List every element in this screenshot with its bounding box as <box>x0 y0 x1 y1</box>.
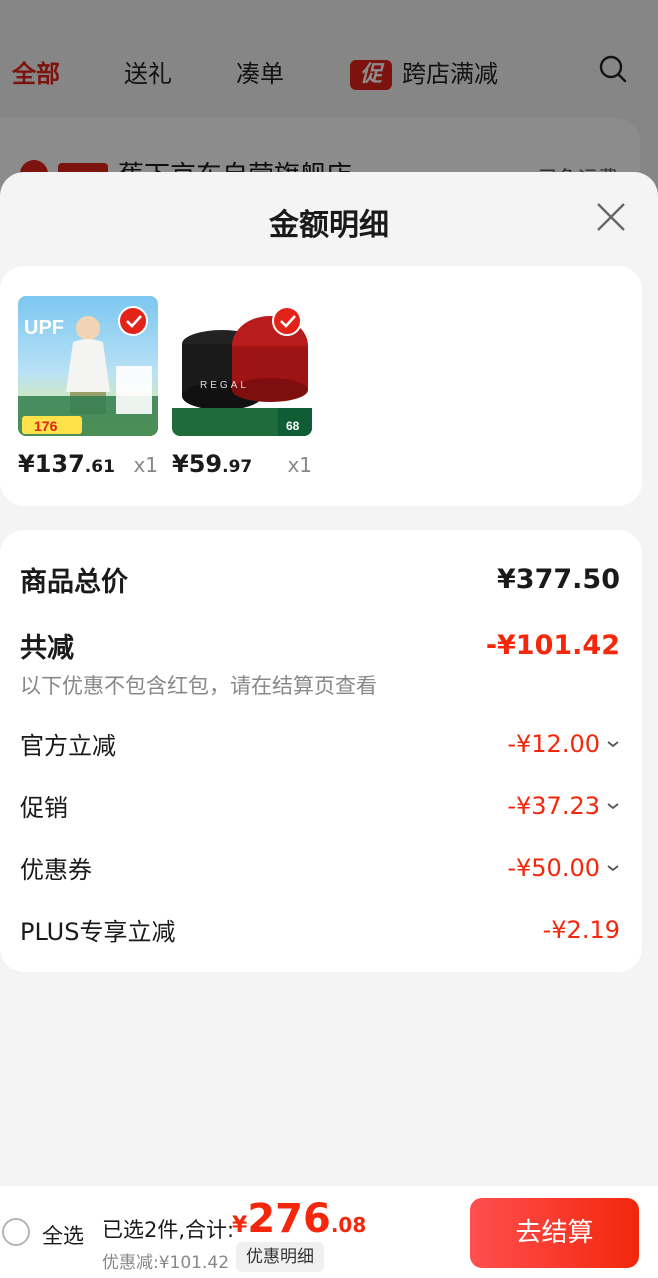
summary-card: 商品总价 ¥377.50 共减 -¥101.42 以下优惠不包含红包，请在结算页… <box>0 530 642 972</box>
amount-detail-sheet: 金额明细 UPF 176 ¥137.61 x1 REGAL 68 ¥59.97 … <box>0 172 658 1278</box>
discount-detail-button[interactable]: 优惠明细 <box>236 1242 324 1272</box>
discount-item-value: -¥2.19 <box>542 915 620 944</box>
discount-item-coupon[interactable]: 优惠券 -¥50.00 <box>20 850 620 885</box>
product-price-row: ¥137.61 x1 <box>18 450 158 478</box>
discount-item-label: PLUS专享立减 <box>20 918 176 946</box>
checkout-button[interactable]: 去结算 <box>470 1198 639 1268</box>
product-item[interactable]: UPF 176 ¥137.61 x1 <box>18 296 158 478</box>
thumb-text: UPF <box>24 317 64 339</box>
product-price-row: ¥59.97 x1 <box>172 450 312 478</box>
product-qty: x1 <box>287 453 312 477</box>
chevron-down-icon[interactable] <box>606 739 620 749</box>
product-check-icon[interactable] <box>272 306 302 336</box>
discount-item-plus: PLUS专享立减 -¥2.19 <box>20 912 620 947</box>
total-price-value: ¥377.50 <box>497 564 620 595</box>
discount-note: 以下优惠不包含红包，请在结算页查看 <box>20 674 377 698</box>
discount-item-promotion[interactable]: 促销 -¥37.23 <box>20 788 620 823</box>
svg-text:176: 176 <box>34 418 58 434</box>
discount-row: 共减 -¥101.42 <box>20 626 620 665</box>
close-icon[interactable] <box>594 200 628 234</box>
discount-value: -¥101.42 <box>485 630 620 661</box>
selected-count-text: 已选2件,合计: <box>102 1218 235 1242</box>
product-price: ¥59.97 <box>172 450 253 478</box>
product-thumbnail[interactable]: UPF 176 <box>18 296 158 436</box>
chevron-down-icon[interactable] <box>606 863 620 873</box>
discount-item-value: -¥12.00 <box>507 730 620 758</box>
discount-item-value: -¥50.00 <box>507 854 620 882</box>
product-item[interactable]: REGAL 68 ¥59.97 x1 <box>172 296 312 478</box>
saved-amount: 优惠减:¥101.42 <box>102 1253 230 1273</box>
discount-item-official[interactable]: 官方立减 -¥12.00 <box>20 726 620 761</box>
product-price: ¥137.61 <box>18 450 115 478</box>
total-price-row: 商品总价 ¥377.50 <box>20 560 620 599</box>
svg-text:68: 68 <box>286 419 300 433</box>
products-card: UPF 176 ¥137.61 x1 REGAL 68 ¥59.97 x1 <box>0 266 642 506</box>
select-all-label[interactable]: 全选 <box>42 1220 84 1250</box>
product-qty: x1 <box>133 453 158 477</box>
discount-item-value: -¥37.23 <box>507 792 620 820</box>
thumb-text: REGAL <box>200 380 249 391</box>
discount-item-label: 官方立减 <box>20 732 116 760</box>
discount-item-label: 促销 <box>20 794 68 822</box>
product-check-icon[interactable] <box>118 306 148 336</box>
chevron-down-icon[interactable] <box>606 801 620 811</box>
product-thumbnail[interactable]: REGAL 68 <box>172 296 312 436</box>
discount-item-label: 优惠券 <box>20 856 92 884</box>
select-all-radio[interactable] <box>2 1218 30 1246</box>
total-amount: ¥276.08 <box>232 1196 367 1242</box>
total-price-label: 商品总价 <box>20 567 128 598</box>
checkout-bar: 全选 已选2件,合计: ¥276.08 优惠减:¥101.42 优惠明细 去结算 <box>0 1186 658 1278</box>
discount-label: 共减 <box>20 633 74 664</box>
sheet-title: 金额明细 <box>269 208 389 243</box>
